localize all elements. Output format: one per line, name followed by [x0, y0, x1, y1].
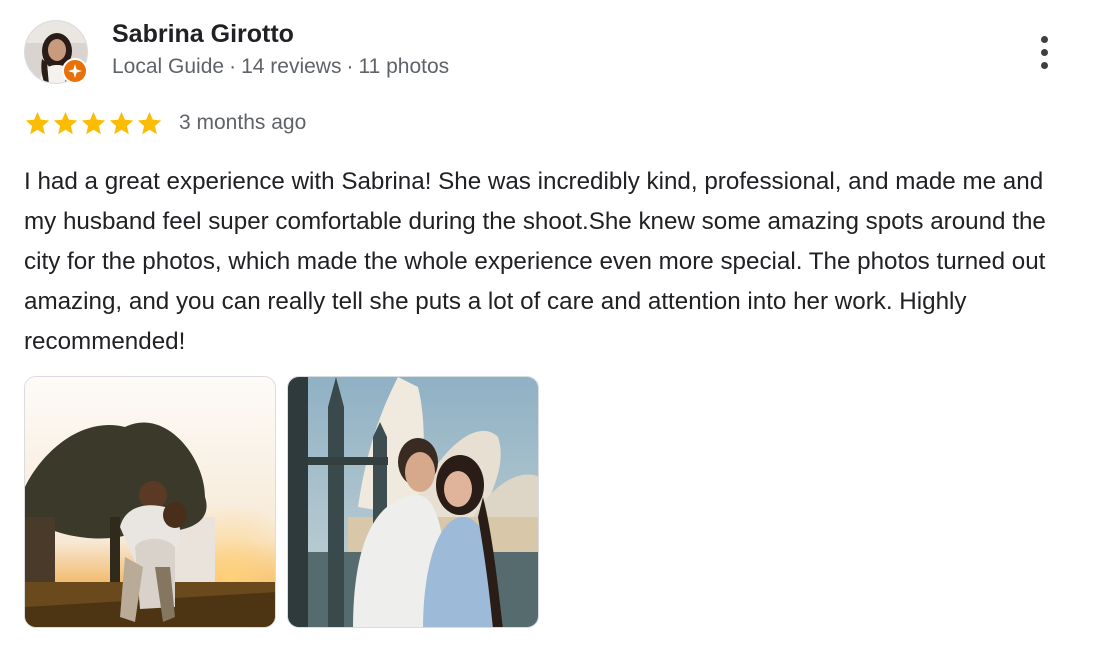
- review-time: 3 months ago: [179, 111, 307, 134]
- reviewer-meta: Local Guide · 14 reviews · 11 photos: [112, 55, 449, 79]
- review-photo-1[interactable]: [24, 376, 276, 628]
- star-icon: [25, 111, 50, 134]
- reviewer-level: Local Guide: [112, 55, 225, 78]
- review-photo-2[interactable]: [287, 376, 539, 628]
- reviewer-photo-count: 11 photos: [358, 55, 450, 78]
- meta-separator: ·: [229, 55, 237, 78]
- star-icon: [53, 111, 78, 134]
- meta-separator: ·: [346, 55, 354, 78]
- reviewer-name[interactable]: Sabrina Girotto: [112, 20, 294, 49]
- more-vert-icon: [1040, 48, 1048, 56]
- more-options-button[interactable]: [1024, 30, 1064, 74]
- star-icon: [81, 111, 106, 134]
- local-guide-star-badge: [62, 58, 88, 84]
- reviewer-review-count: 14 reviews: [241, 55, 342, 78]
- opera-house-couple-photo: [288, 377, 538, 627]
- review-text: I had a great experience with Sabrina! S…: [24, 168, 1046, 355]
- star-icon: [137, 111, 162, 134]
- sunset-couple-photo: [25, 377, 275, 627]
- rating-row: 3 months ago: [24, 108, 306, 138]
- more-vert-icon: [1040, 35, 1048, 43]
- star-icon: [109, 111, 134, 134]
- star-rating: [24, 110, 163, 137]
- more-vert-icon: [1040, 61, 1048, 69]
